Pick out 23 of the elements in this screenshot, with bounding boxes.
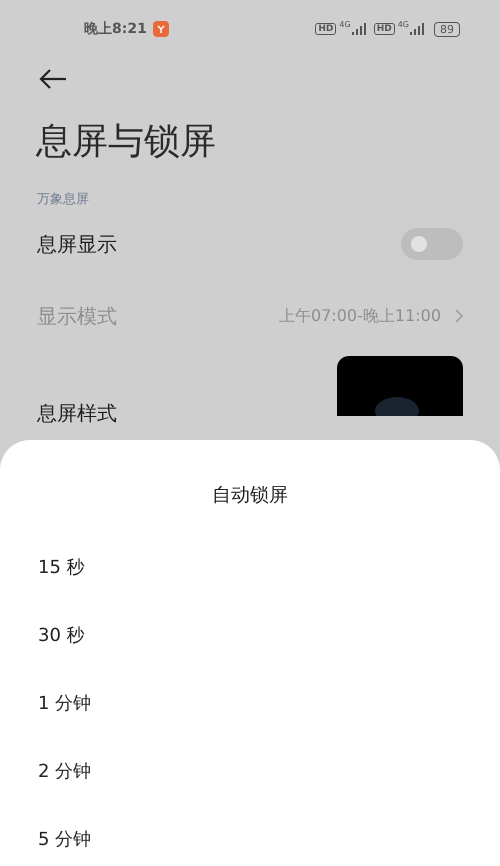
option-item[interactable]: 15 秒 xyxy=(0,534,500,602)
option-item[interactable]: 1 分钟 xyxy=(0,670,500,738)
network-label: 4G xyxy=(339,20,351,29)
hd-badge: HD xyxy=(374,23,395,35)
app-notification-icon xyxy=(152,21,169,37)
hd-badge: HD xyxy=(315,23,336,35)
chevron-icon xyxy=(455,309,463,323)
battery-indicator: 89 xyxy=(434,22,460,36)
network-label: 4G xyxy=(398,20,409,29)
page-title: 息屏与锁屏 xyxy=(36,120,217,164)
status-time: 晚上8:21 xyxy=(84,20,147,38)
signal-icon xyxy=(352,23,366,35)
setting-label: 息屏显示 xyxy=(37,230,118,258)
sheet-title: 自动锁屏 xyxy=(211,483,289,508)
back-arrow-icon[interactable] xyxy=(39,69,67,89)
signal-icon xyxy=(410,23,424,35)
setting-label: 息屏样式 xyxy=(37,400,118,427)
section-header: 万象息屏 xyxy=(37,191,90,208)
option-item[interactable]: 5 分钟 xyxy=(0,806,500,866)
option-item[interactable]: 2 分钟 xyxy=(0,738,500,806)
setting-value: 上午07:00-晚上11:00 xyxy=(279,306,441,326)
option-item[interactable]: 30 秒 xyxy=(0,602,500,670)
toggle-switch[interactable] xyxy=(401,228,463,260)
